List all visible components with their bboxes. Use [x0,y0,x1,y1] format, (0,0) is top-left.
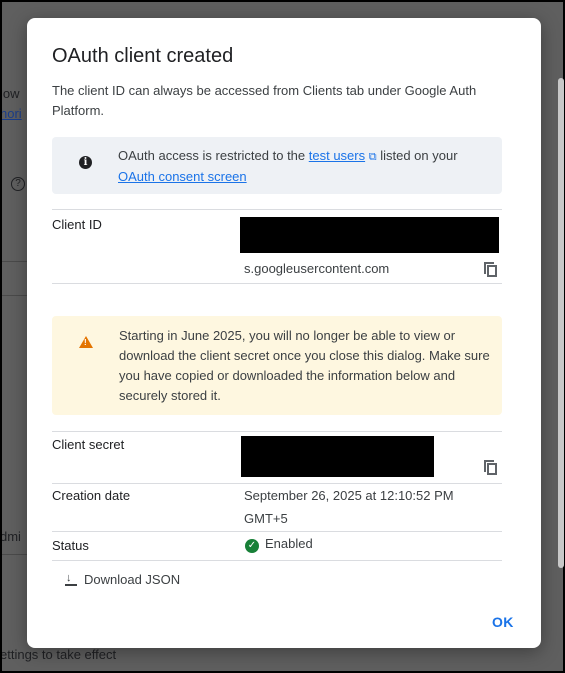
creation-date-label: Creation date [52,488,131,503]
divider [52,209,502,210]
creation-date-value-line1: September 26, 2025 at 12:10:52 PM [244,488,454,503]
info-text: OAuth access is restricted to the test u… [118,146,488,187]
creation-date-value-line2: GMT+5 [244,511,288,526]
divider [52,531,502,532]
download-json-button[interactable]: ↓ Download JSON [65,568,180,590]
bg-text-low: low [2,86,20,101]
bg-link-fragment: hori [2,106,22,121]
divider [52,283,502,284]
download-json-label: Download JSON [84,571,181,587]
bg-footer-text: ettings to take effect [2,647,117,662]
bg-divider [2,261,29,262]
status-value: Enabled [265,536,313,551]
info-notice: i OAuth access is restricted to the test… [52,137,502,194]
ok-button[interactable]: OK [492,614,514,630]
download-icon: ↓ [65,572,77,586]
warning-icon: ! [79,336,93,348]
warning-text: Starting in June 2025, you will no longe… [119,328,490,403]
bg-divider [2,295,29,296]
dialog-title: OAuth client created [52,45,234,67]
dialog-description: The client ID can always be accessed fro… [52,83,477,118]
divider [52,560,502,561]
bg-divider [2,554,29,555]
test-users-link[interactable]: test users [309,148,365,163]
copy-client-id-icon[interactable] [484,262,498,278]
bg-text-admin: dmi [2,529,21,544]
client-id-redacted [240,217,499,253]
status-label: Status [52,538,89,553]
divider [52,483,502,484]
oauth-client-dialog: OAuth client created The client ID can a… [27,18,564,648]
bg-help-icon: ? [11,177,25,191]
copy-client-secret-icon[interactable] [484,460,498,476]
warning-notice: ! Starting in June 2025, you will no lon… [52,316,502,415]
check-circle-icon: ✓ [245,539,259,553]
client-secret-label: Client secret [52,437,125,452]
external-link-icon: ⧉ [368,151,377,163]
client-id-suffix: s.googleusercontent.com [244,261,390,276]
info-icon: i [79,156,92,169]
info-text-middle: listed on your [376,148,458,163]
dialog-scrollbar[interactable] [558,78,564,568]
divider [52,431,502,432]
client-id-label: Client ID [52,217,102,232]
oauth-consent-screen-link[interactable]: OAuth consent screen [118,169,247,184]
info-text-before: OAuth access is restricted to the [118,148,309,163]
client-secret-redacted [241,436,434,477]
